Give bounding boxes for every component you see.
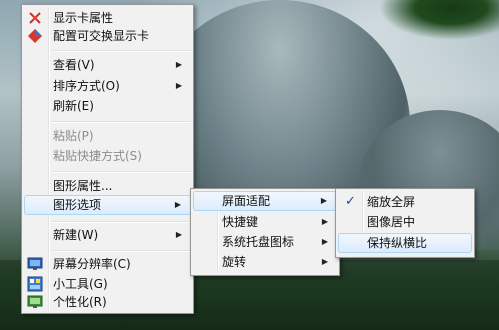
menu-item-refresh[interactable]: 刷新(E) xyxy=(24,96,191,116)
menu-item-display-properties[interactable]: 显示卡属性 xyxy=(24,8,191,28)
submenu-arrow-icon: ▶ xyxy=(174,200,181,209)
submenu-arrow-icon: ▶ xyxy=(175,81,182,90)
submenu-arrow-icon: ▶ xyxy=(321,237,328,246)
menu-item-rotation[interactable]: 旋转 ▶ xyxy=(193,252,337,272)
menu-item-scale-full-screen[interactable]: ✓ 缩放全屏 xyxy=(338,192,472,212)
check-icon: ✓ xyxy=(345,194,356,209)
submenu-arrow-icon: ▶ xyxy=(175,230,182,239)
menu-item-graphics-options[interactable]: 图形选项 ▶ xyxy=(24,195,191,215)
menu-item-paste-shortcut[interactable]: 粘贴快捷方式(S) xyxy=(24,146,191,166)
submenu-arrow-icon: ▶ xyxy=(321,257,328,266)
gadgets-icon xyxy=(27,276,43,292)
menu-separator xyxy=(52,221,191,223)
menu-item-tray-icon[interactable]: 系统托盘图标 ▶ xyxy=(193,232,337,252)
menu-item-maintain-aspect-ratio[interactable]: 保持纵横比 xyxy=(338,233,472,253)
submenu-arrow-icon: ▶ xyxy=(175,60,182,69)
menu-item-center-image[interactable]: 图像居中 xyxy=(338,212,472,232)
menu-item-switchable-graphics[interactable]: 配置可交换显示卡 xyxy=(24,26,191,46)
menu-item-hotkeys[interactable]: 快捷键 ▶ xyxy=(193,212,337,232)
graphics-options-submenu: 屏面适配 ▶ 快捷键 ▶ 系统托盘图标 ▶ 旋转 ▶ xyxy=(190,188,340,276)
desktop-context-menu: 显示卡属性 配置可交换显示卡 查看(V) ▶ 排序方式(O) ▶ 刷新(E) 粘… xyxy=(21,4,194,314)
personalize-icon xyxy=(27,294,43,310)
menu-item-personalize[interactable]: 个性化(R) xyxy=(24,292,191,312)
graphics-card-icon xyxy=(27,10,43,26)
switchable-graphics-icon xyxy=(27,28,43,44)
menu-separator xyxy=(52,50,191,52)
menu-separator xyxy=(52,250,191,252)
menu-separator xyxy=(52,171,191,173)
menu-item-screen-resolution[interactable]: 屏幕分辨率(C) xyxy=(24,254,191,274)
menu-separator xyxy=(52,121,191,123)
menu-item-new[interactable]: 新建(W) ▶ xyxy=(24,225,191,245)
submenu-arrow-icon: ▶ xyxy=(320,196,327,205)
submenu-arrow-icon: ▶ xyxy=(321,217,328,226)
panel-fit-submenu: ✓ 缩放全屏 图像居中 保持纵横比 xyxy=(335,188,475,258)
tree-branches-image xyxy=(379,0,499,40)
monitor-icon xyxy=(27,256,43,272)
menu-item-paste[interactable]: 粘贴(P) xyxy=(24,126,191,146)
menu-item-panel-fit[interactable]: 屏面适配 ▶ xyxy=(193,191,337,211)
menu-item-view[interactable]: 查看(V) ▶ xyxy=(24,55,191,75)
menu-item-sort-by[interactable]: 排序方式(O) ▶ xyxy=(24,76,191,96)
menu-item-gadgets[interactable]: 小工具(G) xyxy=(24,274,191,294)
menu-item-graphics-properties[interactable]: 图形属性... xyxy=(24,176,191,196)
